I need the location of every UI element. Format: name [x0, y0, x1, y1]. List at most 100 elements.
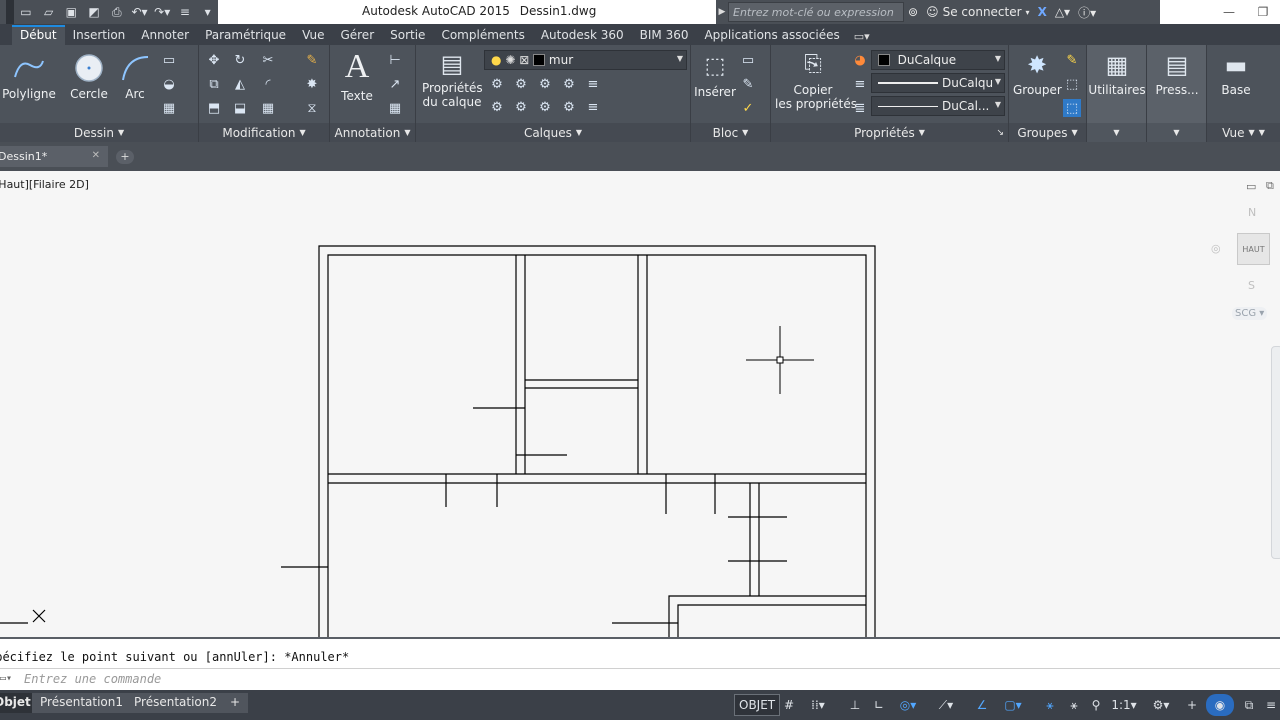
- infer-constraints-icon[interactable]: ⊥: [846, 694, 864, 716]
- copy-properties-tool[interactable]: ⎘ Copier les propriétés: [775, 51, 857, 111]
- tab-parametrique[interactable]: Paramétrique: [197, 26, 294, 45]
- navigation-bar[interactable]: [1271, 346, 1280, 559]
- color-dropdown[interactable]: DuCalque ▼: [871, 50, 1005, 70]
- command-options-icon[interactable]: ▭▾: [0, 673, 18, 684]
- copy-icon[interactable]: ⧉: [205, 75, 223, 93]
- hatch-icon[interactable]: ◒: [160, 75, 178, 93]
- undo-icon[interactable]: ↶▾: [129, 2, 150, 22]
- customization-icon[interactable]: ≡: [1262, 694, 1280, 716]
- open-folder-icon[interactable]: ▱: [38, 2, 59, 22]
- print-icon[interactable]: ⎙: [106, 2, 127, 22]
- text-tool[interactable]: A Texte: [336, 49, 378, 104]
- panel-annotation-title[interactable]: Annotation ▼: [330, 123, 415, 142]
- group-tool[interactable]: ✸ Grouper: [1013, 51, 1062, 97]
- create-block-icon[interactable]: ▭: [739, 51, 757, 69]
- paste-tool[interactable]: ▤ Press...: [1147, 51, 1207, 97]
- object-snap-tracking-icon[interactable]: ∠: [970, 694, 994, 716]
- qat-dropdown-icon[interactable]: ▾: [197, 2, 218, 22]
- layer-tool-3-icon[interactable]: ⚙: [536, 75, 554, 93]
- redo-icon[interactable]: ↷▾: [152, 2, 173, 22]
- base-view-tool[interactable]: ▬ Base: [1213, 51, 1259, 97]
- tab-complements[interactable]: Compléments: [433, 26, 532, 45]
- new-file-icon[interactable]: ▭: [16, 2, 37, 22]
- auto-scale-icon[interactable]: ⚹: [1064, 694, 1084, 716]
- panel-vue-title[interactable]: Vue ▼ ▼: [1207, 123, 1280, 142]
- lineweight-icon[interactable]: ≣: [851, 99, 869, 117]
- explode-icon[interactable]: ✸: [303, 75, 321, 93]
- ribbon-minimize-icon[interactable]: ▭▾: [848, 28, 876, 45]
- clean-screen-icon[interactable]: ⧉: [1240, 694, 1258, 716]
- search-input[interactable]: Entrez mot-clé ou expression: [728, 2, 904, 22]
- viewport-minimize-icon[interactable]: ▭: [1246, 180, 1256, 193]
- panel-utilitaires-expand[interactable]: ▼: [1087, 123, 1146, 142]
- move-icon[interactable]: ✥: [205, 51, 223, 69]
- viewport-maximize-icon[interactable]: ⧉: [1266, 179, 1274, 193]
- group-select-icon[interactable]: ⬚: [1063, 99, 1081, 117]
- exchange-icon[interactable]: X: [1034, 5, 1051, 19]
- group-edit-icon[interactable]: ⬚: [1063, 75, 1081, 93]
- layer-tool-2-icon[interactable]: ⚙: [512, 75, 530, 93]
- app-menu-button[interactable]: [6, 0, 14, 24]
- edit-block-icon[interactable]: ✎: [739, 75, 757, 93]
- tab-vue[interactable]: Vue: [294, 26, 332, 45]
- dimension-icon[interactable]: ⊢: [386, 51, 404, 69]
- leader-icon[interactable]: ↗: [386, 75, 404, 93]
- panel-dessin-title[interactable]: Dessin ▼: [0, 123, 198, 142]
- add-layout-button[interactable]: +: [222, 693, 249, 713]
- table-icon[interactable]: ▦: [386, 99, 404, 117]
- scale-dropdown[interactable]: 1:1 ▾: [1108, 694, 1140, 716]
- layer-tool-9-icon[interactable]: ⚙: [560, 98, 578, 116]
- layer-tool-10-icon[interactable]: ≡: [584, 98, 602, 116]
- layer-properties-tool[interactable]: ▤ Propriétés du calque: [422, 51, 483, 109]
- lineweight-dropdown[interactable]: DuCal... ▼: [871, 96, 1005, 116]
- polyline-tool[interactable]: Polyligne: [0, 53, 64, 101]
- command-line[interactable]: ▭▾ Entrez une commande: [0, 668, 1280, 690]
- ucs-menu[interactable]: SCG ▾: [1232, 307, 1268, 320]
- help-icon[interactable]: ⓘ▾: [1074, 4, 1100, 21]
- isodraft-icon[interactable]: ⟋▾: [930, 694, 962, 716]
- layer-tool-1-icon[interactable]: ⚙: [488, 75, 506, 93]
- viewcube[interactable]: HAUT: [1237, 233, 1270, 265]
- annotation-visibility-icon[interactable]: ⚹: [1040, 694, 1060, 716]
- tab-presentation1[interactable]: Présentation1: [32, 693, 131, 713]
- linetype-dropdown[interactable]: DuCalqu ▼: [871, 73, 1005, 93]
- workspace-gear-icon[interactable]: ⚙▾: [1144, 694, 1178, 716]
- color-wheel-icon[interactable]: ◕: [851, 51, 869, 69]
- new-tab-button[interactable]: +: [116, 150, 134, 164]
- tab-sortie[interactable]: Sortie: [382, 26, 433, 45]
- layer-tool-5-icon[interactable]: ≡: [584, 75, 602, 93]
- workspace-icon[interactable]: ≡: [175, 2, 196, 22]
- gradient-icon[interactable]: ▦: [160, 99, 178, 117]
- tab-gerer[interactable]: Gérer: [332, 26, 382, 45]
- tab-insertion[interactable]: Insertion: [65, 26, 134, 45]
- mirror-icon[interactable]: ◭: [231, 75, 249, 93]
- attribute-icon[interactable]: ✓: [739, 99, 757, 117]
- dialog-launcher-icon[interactable]: ↘: [996, 128, 1004, 138]
- save-icon[interactable]: ▣: [61, 2, 82, 22]
- trim-icon[interactable]: ✂: [259, 51, 277, 69]
- annotation-scale-icon[interactable]: ⚲: [1086, 694, 1106, 716]
- tab-debut[interactable]: Début: [12, 25, 65, 45]
- close-icon[interactable]: ✕: [92, 150, 100, 161]
- linetype-icon[interactable]: ≡: [851, 75, 869, 93]
- tab-applications[interactable]: Applications associées: [696, 26, 847, 45]
- fillet-icon[interactable]: ◜: [259, 75, 277, 93]
- layer-tool-7-icon[interactable]: ⚙: [512, 98, 530, 116]
- rotate-view-icon[interactable]: ◎: [1211, 242, 1221, 255]
- add-icon[interactable]: +: [1182, 694, 1202, 716]
- minimize-icon[interactable]: —: [1212, 0, 1246, 24]
- ortho-icon[interactable]: ∟: [870, 694, 888, 716]
- layer-tool-6-icon[interactable]: ⚙: [488, 98, 506, 116]
- binoculars-icon[interactable]: ⊚: [904, 5, 922, 19]
- scale-icon[interactable]: ⬓: [231, 99, 249, 117]
- restore-icon[interactable]: ❐: [1246, 0, 1280, 24]
- file-tab-dessin1[interactable]: Dessin1* ✕: [0, 146, 108, 167]
- tab-bim-360[interactable]: BIM 360: [632, 26, 697, 45]
- panel-modification-title[interactable]: Modification ▼: [199, 123, 329, 142]
- layer-tool-4-icon[interactable]: ⚙: [560, 75, 578, 93]
- rotate-icon[interactable]: ↻: [231, 51, 249, 69]
- tab-presentation2[interactable]: Présentation2: [126, 693, 225, 713]
- tab-annoter[interactable]: Annoter: [133, 26, 197, 45]
- array-icon[interactable]: ▦: [259, 99, 277, 117]
- panel-calques-title[interactable]: Calques ▼: [416, 123, 690, 142]
